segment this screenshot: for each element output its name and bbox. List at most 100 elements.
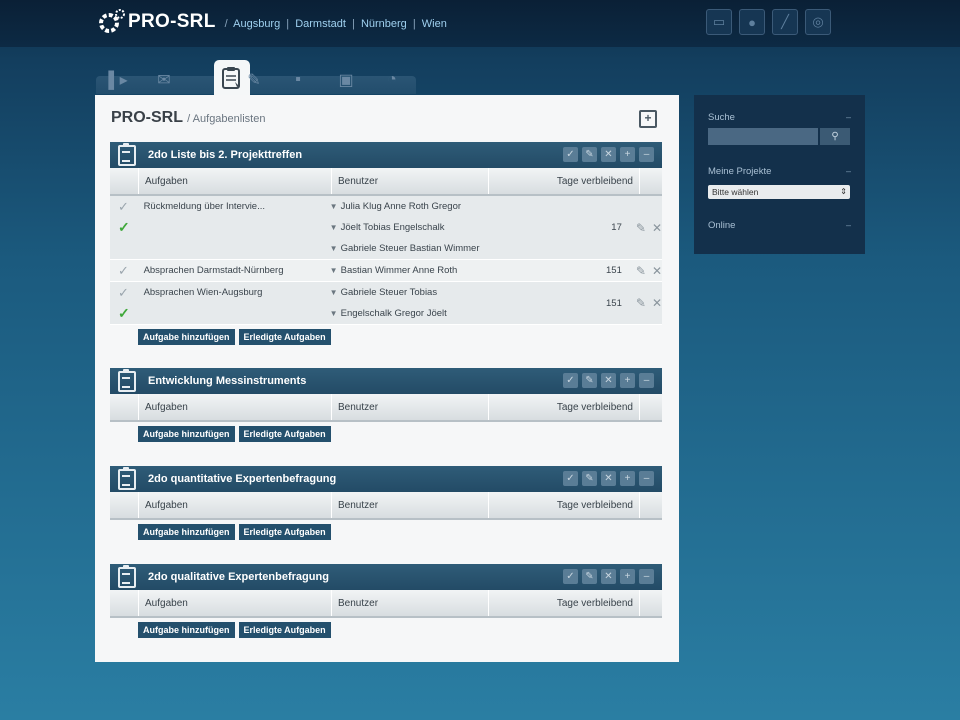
- table-row: ✓ ✓ Rückmeldung über Intervie... ▼ Julia …: [110, 196, 662, 260]
- col-tasks[interactable]: Aufgaben: [139, 168, 332, 194]
- close-icon[interactable]: ✕: [601, 471, 616, 486]
- task-list-title: Entwicklung Messinstruments: [148, 375, 307, 387]
- city-link-wien[interactable]: Wien: [422, 18, 447, 30]
- check-icon[interactable]: ✓: [563, 147, 578, 162]
- check-gray-icon[interactable]: ✓: [110, 260, 138, 281]
- tab-news-icon[interactable]: ▌▸: [106, 68, 130, 92]
- check-icon[interactable]: ✓: [563, 471, 578, 486]
- done-tasks-button[interactable]: Erledigte Aufgaben: [238, 426, 331, 442]
- col-tasks[interactable]: Aufgaben: [139, 590, 332, 616]
- days-remaining: 151: [606, 265, 622, 276]
- minus-icon[interactable]: –: [639, 373, 654, 388]
- delete-icon[interactable]: ✕: [652, 264, 662, 278]
- days-remaining: 17: [611, 222, 622, 233]
- top-bar: PRO-SRL / Augsburg | Darmstadt | Nürnber…: [0, 0, 960, 47]
- check-green-icon[interactable]: ✓: [110, 303, 138, 324]
- edit-icon[interactable]: ✎: [582, 569, 597, 584]
- city-link-darmstadt[interactable]: Darmstadt: [295, 18, 346, 30]
- check-green-icon[interactable]: ✓: [110, 217, 138, 238]
- edit-icon[interactable]: ✎: [582, 471, 597, 486]
- dropdown-arrow-icon[interactable]: ▼: [327, 244, 341, 253]
- close-icon[interactable]: ✕: [601, 147, 616, 162]
- edit-icon[interactable]: ✎: [636, 264, 646, 278]
- user-icon[interactable]: ●: [739, 9, 765, 35]
- city-link-augsburg[interactable]: Augsburg: [233, 18, 280, 30]
- col-users[interactable]: Benutzer: [332, 590, 489, 616]
- plus-icon[interactable]: +: [620, 471, 635, 486]
- task-name[interactable]: Rückmeldung über Intervie...: [144, 196, 327, 217]
- add-task-button[interactable]: Aufgabe hinzufügen: [138, 622, 235, 638]
- project-select-value: Bitte wählen: [712, 187, 759, 197]
- add-task-button[interactable]: Aufgabe hinzufügen: [138, 524, 235, 540]
- collapse-search-icon[interactable]: –: [846, 112, 851, 122]
- add-task-button[interactable]: Aufgabe hinzufügen: [138, 329, 235, 345]
- col-users[interactable]: Benutzer: [332, 394, 489, 420]
- tab-save-icon[interactable]: ▪: [286, 68, 310, 92]
- minus-icon[interactable]: –: [639, 569, 654, 584]
- gear-icon[interactable]: ◎: [805, 9, 831, 35]
- tab-archive-icon[interactable]: ▣: [334, 68, 358, 92]
- done-tasks-button[interactable]: Erledigte Aufgaben: [238, 329, 331, 345]
- check-icon[interactable]: ✓: [563, 569, 578, 584]
- chat-icon[interactable]: ▭: [706, 9, 732, 35]
- wrench-icon[interactable]: ╱: [772, 9, 798, 35]
- close-icon[interactable]: ✕: [601, 373, 616, 388]
- col-actions: [640, 492, 662, 518]
- task-name[interactable]: Absprachen Wien-Augsburg: [144, 282, 327, 303]
- logo[interactable]: PRO-SRL / Augsburg | Darmstadt | Nürnber…: [96, 6, 447, 38]
- close-icon[interactable]: ✕: [601, 569, 616, 584]
- dropdown-arrow-icon[interactable]: ▼: [327, 309, 341, 318]
- plus-icon[interactable]: +: [620, 373, 635, 388]
- col-days[interactable]: Tage verbleibend: [489, 168, 640, 194]
- plus-icon[interactable]: +: [620, 147, 635, 162]
- city-link-nuernberg[interactable]: Nürnberg: [361, 18, 407, 30]
- tab-notes-icon[interactable]: ✎: [242, 68, 266, 92]
- edit-icon[interactable]: ✎: [582, 373, 597, 388]
- minus-icon[interactable]: –: [639, 471, 654, 486]
- plus-icon[interactable]: +: [620, 569, 635, 584]
- clipboard-icon: [118, 564, 136, 588]
- col-tasks[interactable]: Aufgaben: [139, 492, 332, 518]
- delete-icon[interactable]: ✕: [652, 296, 662, 310]
- add-list-icon[interactable]: +: [639, 110, 657, 128]
- edit-icon[interactable]: ✎: [636, 221, 646, 235]
- task-list-header: 2do qualitative Expertenbefragung ✓ ✎ ✕ …: [110, 564, 662, 590]
- col-check: [110, 492, 139, 518]
- done-tasks-button[interactable]: Erledigte Aufgaben: [238, 524, 331, 540]
- project-select[interactable]: Bitte wählen ⇕: [708, 185, 850, 199]
- page-title: PRO-SRL / Aufgabenlisten: [111, 109, 265, 127]
- task-list-title: 2do qualitative Expertenbefragung: [148, 571, 329, 583]
- clipboard-icon: [118, 466, 136, 490]
- check-gray-icon[interactable]: ✓: [110, 196, 138, 217]
- edit-icon[interactable]: ✎: [582, 147, 597, 162]
- col-users[interactable]: Benutzer: [332, 492, 489, 518]
- tab-stats-icon[interactable]: ◔: [380, 68, 404, 92]
- done-tasks-button[interactable]: Erledigte Aufgaben: [238, 622, 331, 638]
- tab-mail-icon[interactable]: ✉: [152, 68, 176, 92]
- dropdown-arrow-icon[interactable]: ▼: [327, 266, 341, 275]
- col-check: [110, 168, 139, 194]
- task-list: 2do quantitative Expertenbefragung ✓ ✎ ✕…: [110, 466, 662, 540]
- col-days[interactable]: Tage verbleibend: [489, 394, 640, 420]
- check-gray-icon[interactable]: ✓: [110, 282, 138, 303]
- col-tasks[interactable]: Aufgaben: [139, 394, 332, 420]
- edit-icon[interactable]: ✎: [636, 296, 646, 310]
- minus-icon[interactable]: –: [639, 147, 654, 162]
- search-icon[interactable]: ⚲: [820, 128, 850, 145]
- task-name[interactable]: Absprachen Darmstadt-Nürnberg: [144, 260, 327, 281]
- search-input[interactable]: [708, 128, 818, 145]
- collapse-projects-icon[interactable]: –: [846, 166, 851, 176]
- dropdown-arrow-icon[interactable]: ▼: [327, 288, 341, 297]
- check-icon[interactable]: ✓: [563, 373, 578, 388]
- delete-icon[interactable]: ✕: [652, 221, 662, 235]
- add-task-button[interactable]: Aufgabe hinzufügen: [138, 426, 235, 442]
- clipboard-icon: [222, 67, 240, 89]
- col-users[interactable]: Benutzer: [332, 168, 489, 194]
- col-days[interactable]: Tage verbleibend: [489, 492, 640, 518]
- search-label: Suche: [708, 112, 735, 123]
- task-list-title: 2do Liste bis 2. Projekttreffen: [148, 149, 303, 161]
- dropdown-arrow-icon[interactable]: ▼: [327, 202, 341, 211]
- collapse-online-icon[interactable]: –: [846, 220, 851, 230]
- col-days[interactable]: Tage verbleibend: [489, 590, 640, 616]
- dropdown-arrow-icon[interactable]: ▼: [327, 223, 341, 232]
